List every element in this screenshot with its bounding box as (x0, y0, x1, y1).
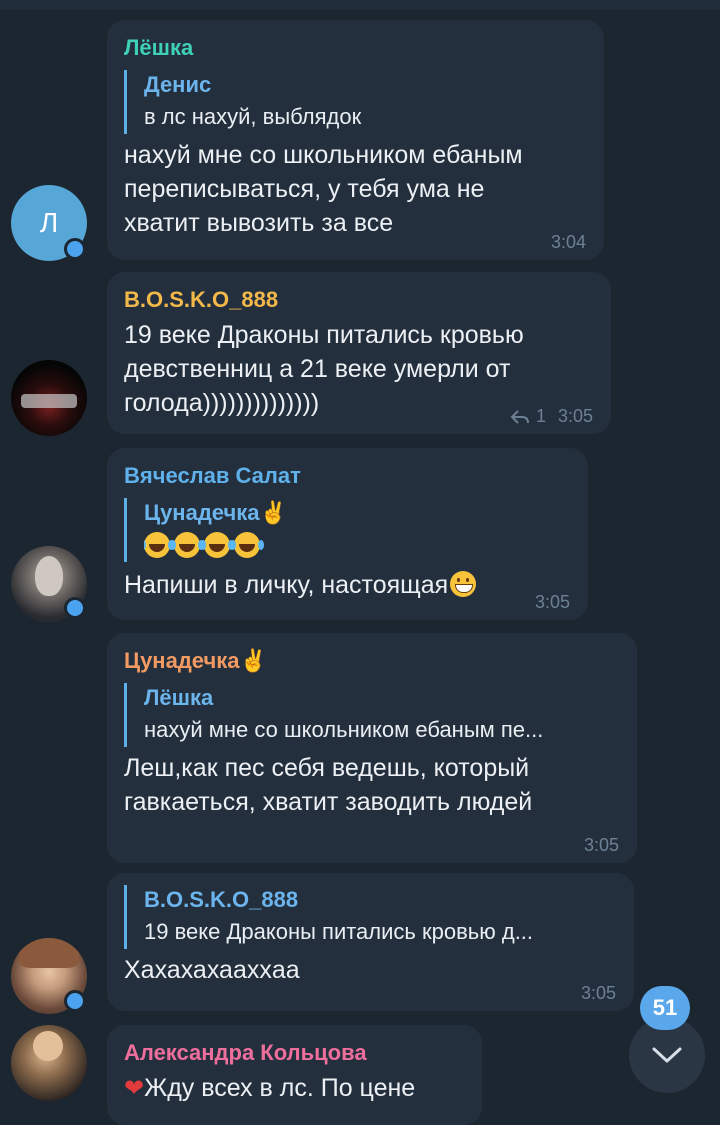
reply-text: в лс нахуй, выблядок (144, 104, 362, 129)
message-bubble[interactable]: B.O.S.K.O_888 19 веке Драконы питались к… (107, 272, 611, 434)
laughing-tears-emoji (144, 532, 170, 558)
sender-label: Цунадечка (124, 648, 240, 673)
reply-text: 19 веке Драконы питались кровью д... (144, 919, 534, 944)
reply-quote[interactable]: Денис в лс нахуй, выблядок (124, 70, 586, 134)
sender-name[interactable]: Цунадечка✌ (124, 647, 619, 675)
avatar-image (35, 556, 63, 596)
avatar-image (33, 1031, 63, 1061)
avatar[interactable] (11, 360, 87, 436)
message-time: 3:05 (534, 592, 570, 612)
sender-name[interactable]: B.O.S.K.O_888 (124, 286, 593, 314)
message-line: гавкаеться, хватит заводить людей (124, 788, 533, 816)
message-line: Леш,как пес себя ведешь, который (124, 754, 530, 782)
victory-hand-emoji: ✌ (239, 648, 267, 673)
message-time: 3:05 (580, 983, 616, 1003)
reply-quote[interactable]: Лёшка нахуй мне со школьником ебаным пе.… (124, 683, 619, 747)
laughing-tears-emoji (200, 532, 230, 558)
laughing-tears-emoji (230, 532, 260, 558)
avatar-image (21, 394, 77, 408)
message-time: 3:05 (557, 406, 593, 426)
sender-name[interactable]: Вячеслав Салат (124, 462, 570, 490)
reply-emoji-row (144, 528, 570, 562)
message-time: 3:04 (550, 232, 586, 252)
grinning-emoji (450, 571, 477, 597)
victory-hand-emoji: ✌ (259, 500, 287, 525)
heart-emoji: ❤ (124, 1075, 145, 1102)
online-indicator (64, 597, 86, 619)
message-time: 3:05 (583, 835, 619, 855)
message-text: нахуй мне со школьником ебаным переписыв… (124, 138, 586, 240)
message-bubble[interactable]: Вячеслав Салат Цунадечка✌ Напиши в личку… (107, 448, 588, 620)
sender-name[interactable]: Лёшка (124, 34, 586, 62)
message-bubble[interactable]: Александра Кольцова ❤Жду всех в лс. По ц… (107, 1025, 482, 1125)
reply-quote[interactable]: B.O.S.K.O_888 19 веке Драконы питались к… (124, 885, 616, 949)
message-text: 19 веке Драконы питались кровью девствен… (124, 318, 593, 420)
reply-sender-name: Лёшка (144, 685, 214, 710)
laughing-tears-emoji (170, 532, 200, 558)
reply-text: нахуй мне со школьником ебаным пе... (144, 717, 544, 742)
reply-sender-name: B.O.S.K.O_888 (144, 887, 299, 912)
message-bubble[interactable]: Лёшка Денис в лс нахуй, выблядок нахуй м… (107, 20, 604, 260)
reply-sender-name: Цунадечка✌ (144, 498, 570, 528)
message-bubble[interactable]: Цунадечка✌ Лёшка нахуй мне со школьником… (107, 633, 637, 863)
message-bubble[interactable]: B.O.S.K.O_888 19 веке Драконы питались к… (107, 873, 634, 1011)
reply-sender-name: Денис (144, 72, 212, 97)
reply-arrow-icon[interactable] (510, 409, 530, 425)
message-line: 19 веке Драконы питались кровью (124, 321, 524, 349)
top-bar (0, 0, 720, 10)
message-line: Жду всех в лс. По цене (144, 1074, 416, 1102)
reply-sender-label: Цунадечка (144, 500, 260, 525)
online-indicator (64, 990, 86, 1012)
unread-count-badge[interactable]: 51 (640, 986, 690, 1030)
message-text: ❤Жду всех в лс. По цене (124, 1071, 464, 1106)
message-line: переписываться, у тебя ума не (124, 175, 485, 203)
message-text: Хахахахаахxаа (124, 956, 300, 984)
avatar[interactable] (11, 1025, 87, 1101)
sender-name[interactable]: Александра Кольцова (124, 1039, 464, 1067)
message-line: хватит вывозить за все (124, 209, 394, 237)
reply-quote[interactable]: Цунадечка✌ (124, 498, 570, 562)
avatar-image (19, 938, 79, 968)
message-text: Напиши в личку, настоящая (124, 568, 570, 602)
reply-count[interactable]: 1 (536, 406, 546, 427)
message-line: нахуй мне со школьником ебаным (124, 141, 523, 169)
message-line: девственниц а 21 веке умерли от (124, 355, 511, 383)
message-meta: 1 3:05 (510, 406, 593, 427)
chevron-down-icon (652, 1047, 682, 1063)
online-indicator (64, 238, 86, 260)
message-text: Леш,как пес себя ведешь, который гавкает… (124, 751, 619, 819)
avatar-letter: Л (39, 207, 59, 238)
message-line: Напиши в личку, настоящая (124, 571, 449, 599)
